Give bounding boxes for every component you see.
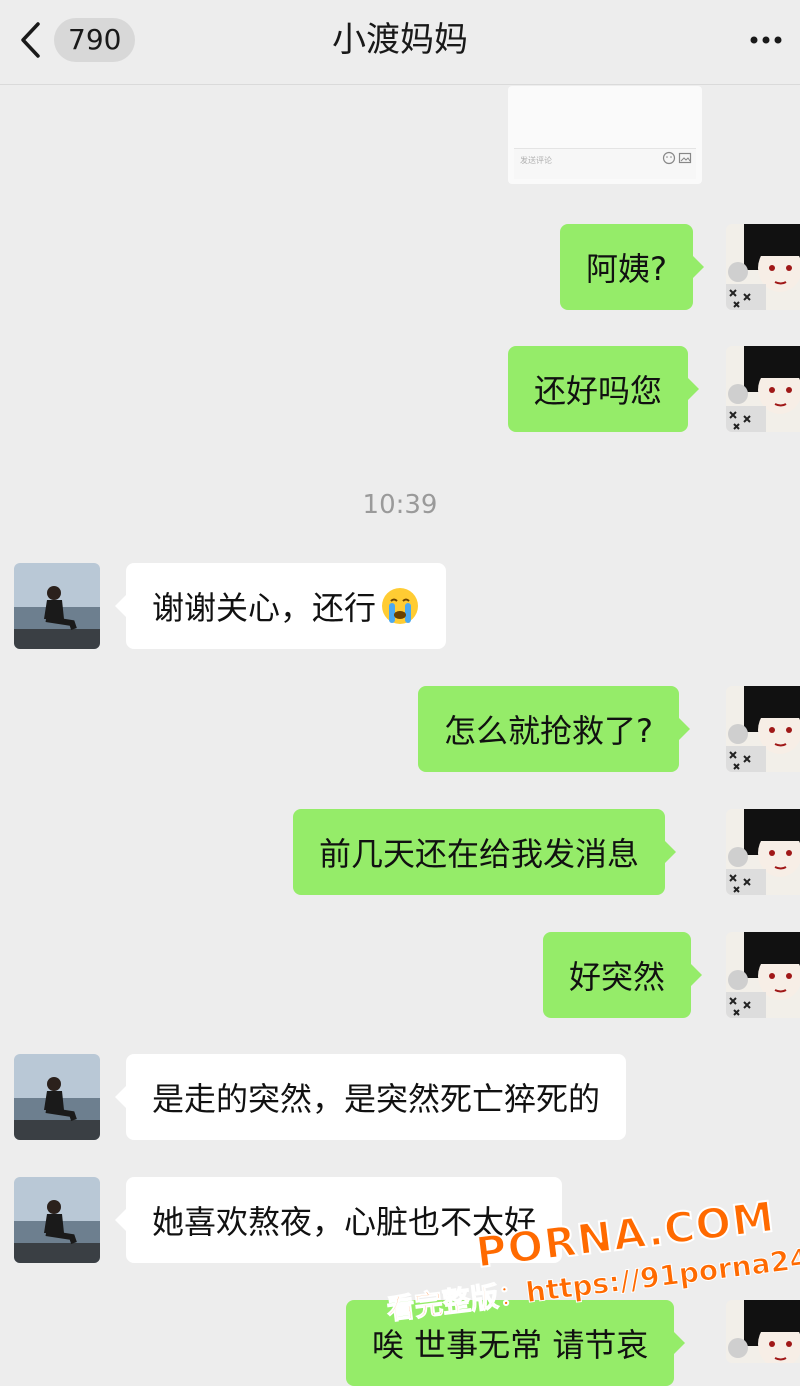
- outgoing-message-bubble[interactable]: 阿姨?: [560, 224, 704, 310]
- outgoing-message-bubble[interactable]: 好突然: [543, 932, 703, 1018]
- message-text: 是走的突然，是突然死亡猝死的: [152, 1080, 601, 1118]
- message-text: 还好吗您: [534, 372, 663, 410]
- message-text: 前几天还在给我发消息: [319, 835, 640, 873]
- my-avatar[interactable]: [726, 809, 800, 895]
- more-dots-icon: [750, 36, 782, 44]
- emoji-icon: [662, 151, 676, 165]
- incoming-message-bubble[interactable]: 谢谢关心，还行: [114, 563, 447, 649]
- message-text: 唉 世事无常 请节哀: [372, 1326, 649, 1364]
- message-timestamp: 10:39: [362, 490, 438, 520]
- shared-image-card[interactable]: 发送评论: [508, 86, 702, 184]
- outgoing-message-bubble[interactable]: 前几天还在给我发消息: [293, 809, 677, 895]
- message-text: 怎么就抢救了?: [444, 712, 653, 750]
- my-avatar[interactable]: [726, 686, 800, 772]
- my-avatar[interactable]: [726, 1300, 800, 1363]
- contact-avatar[interactable]: [14, 563, 100, 649]
- message-text: 好突然: [569, 958, 666, 996]
- message-text: 阿姨?: [586, 250, 667, 288]
- comment-field: 发送评论: [514, 148, 696, 179]
- outgoing-message-bubble[interactable]: 还好吗您: [508, 346, 700, 432]
- outgoing-message-bubble[interactable]: 怎么就抢救了?: [418, 686, 690, 772]
- message-text: 谢谢关心，还行: [152, 589, 377, 627]
- my-avatar[interactable]: [726, 346, 800, 432]
- my-avatar[interactable]: [726, 224, 800, 310]
- more-options-button[interactable]: [746, 22, 786, 58]
- contact-avatar[interactable]: [14, 1177, 100, 1263]
- contact-avatar[interactable]: [14, 1054, 100, 1140]
- incoming-message-bubble[interactable]: 是走的突然，是突然死亡猝死的: [114, 1054, 627, 1140]
- chat-header: 790 小渡妈妈: [0, 0, 800, 85]
- crying-face-icon: [380, 586, 420, 626]
- my-avatar[interactable]: [726, 932, 800, 1018]
- chat-title: 小渡妈妈: [332, 20, 468, 60]
- image-icon: [678, 152, 692, 164]
- comment-placeholder: 发送评论: [520, 156, 552, 165]
